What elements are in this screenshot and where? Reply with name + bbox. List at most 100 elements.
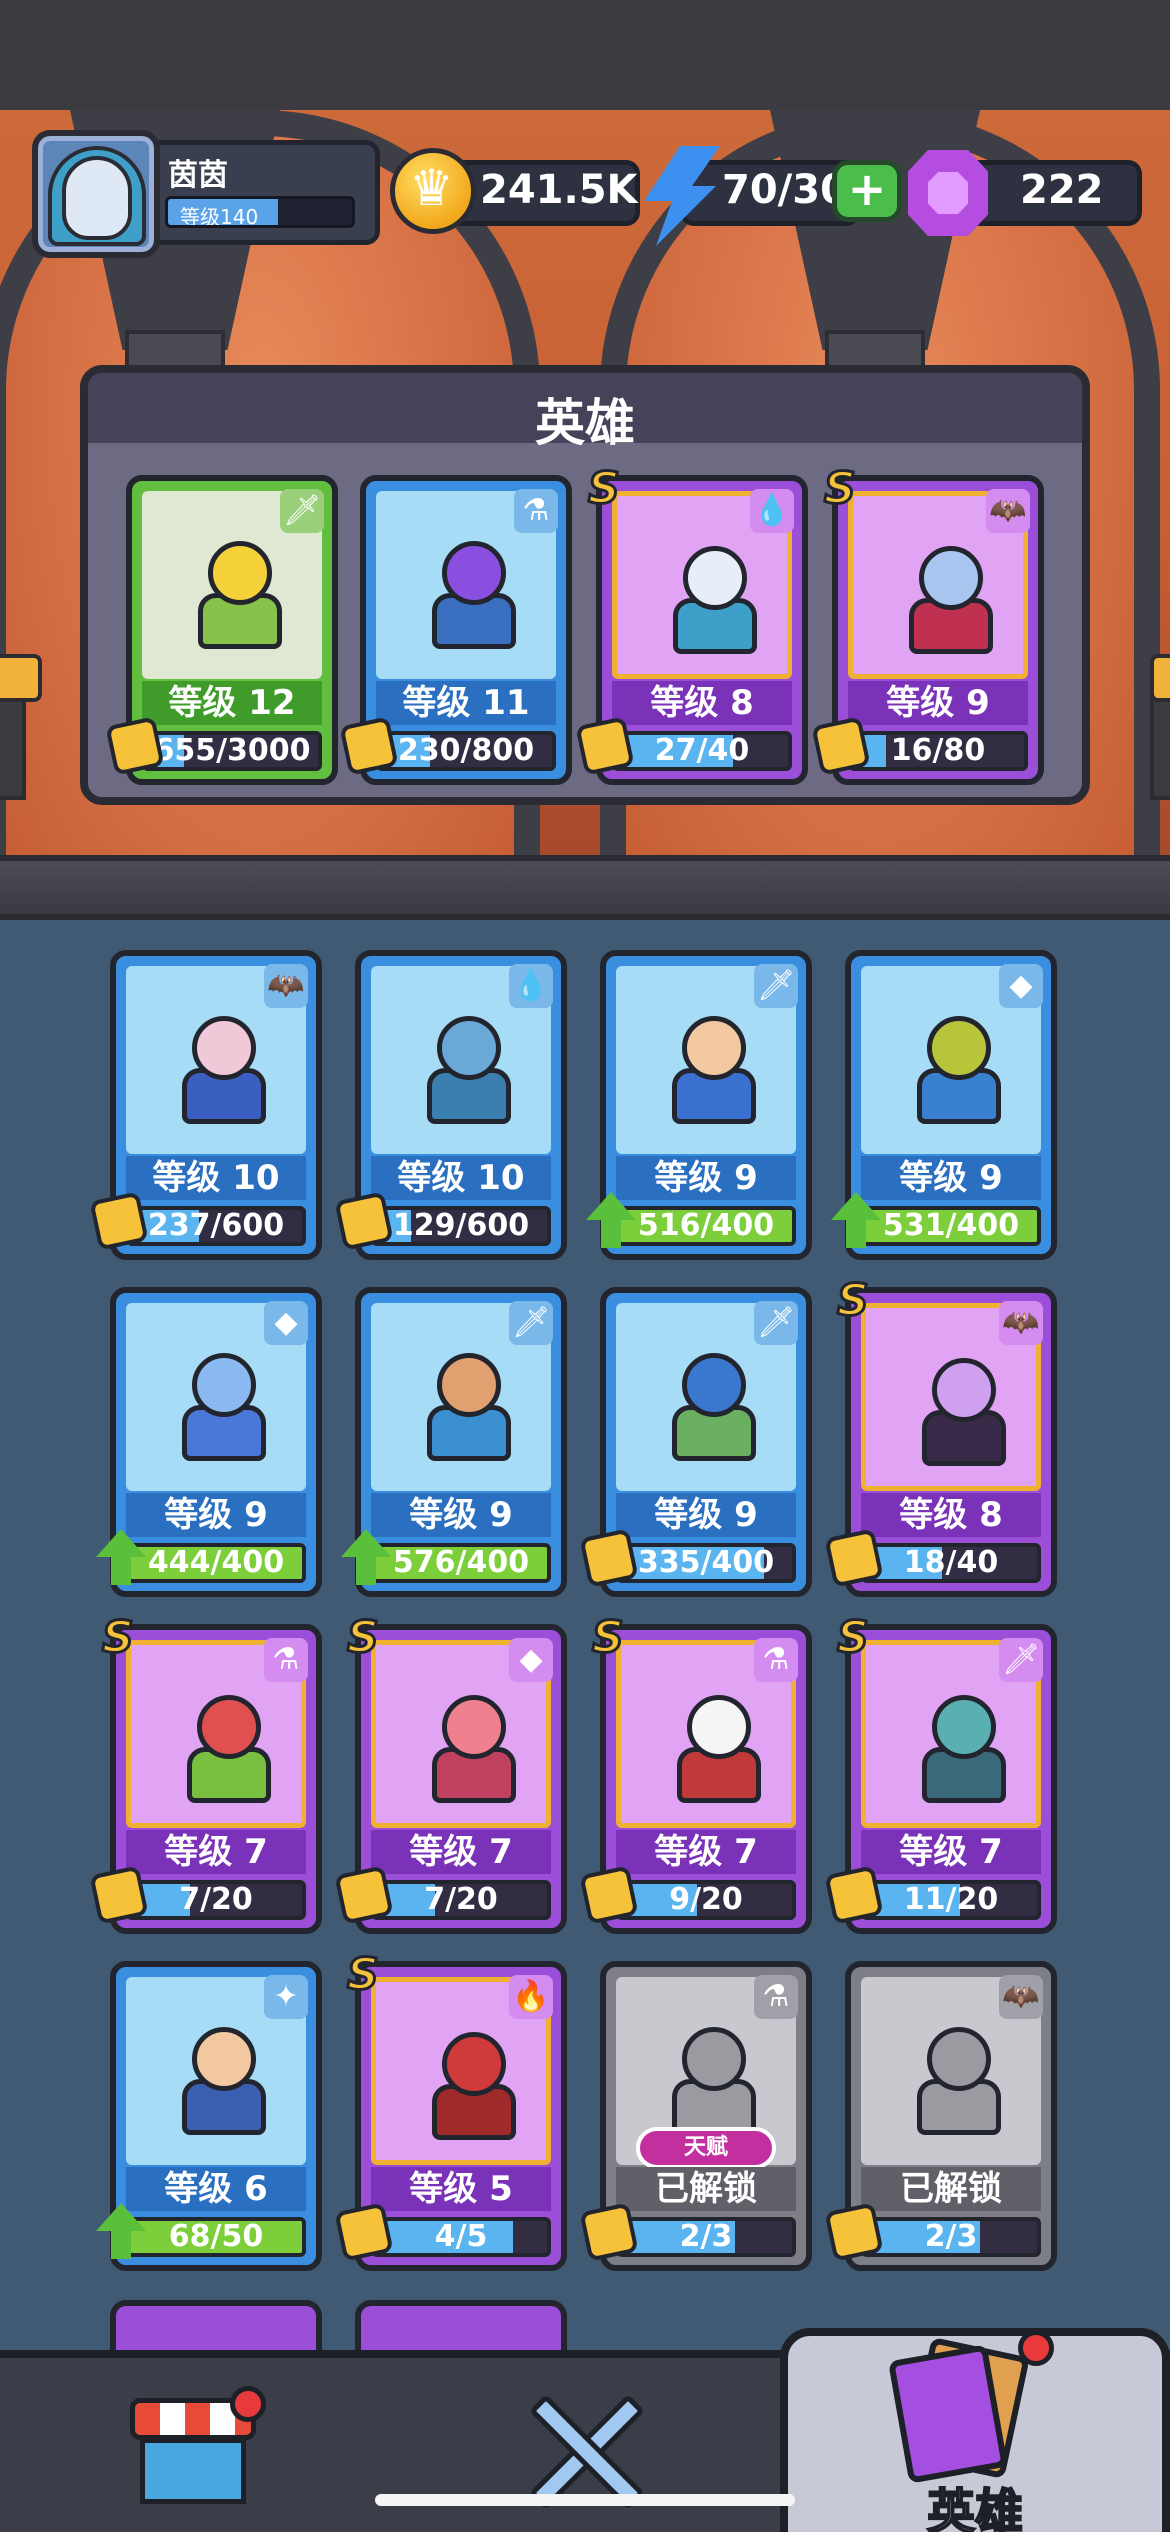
- progress-text: 68/50: [168, 2219, 264, 2254]
- sword-icon: 🗡: [999, 1638, 1043, 1682]
- s-rank-badge: S: [836, 1274, 871, 1328]
- hero-card[interactable]: ⚗ 等级 7 9/20 S: [579, 1611, 812, 1934]
- progress-text: 16/80: [890, 733, 986, 768]
- bat-icon: 🦇: [264, 964, 308, 1008]
- hero-level-label: 等级 10: [126, 1156, 306, 1200]
- water-drop-icon: 💧: [750, 489, 794, 533]
- player-avatar[interactable]: [32, 130, 160, 258]
- purple-gem-icon: [908, 150, 988, 236]
- s-rank-badge: S: [101, 1611, 136, 1665]
- hero-figure: [174, 2017, 274, 2137]
- hero-level-label: 等级 10: [371, 1156, 551, 1200]
- hero-level-label: 等级 6: [126, 2167, 306, 2211]
- hero-shard-progress: 335/400: [616, 1543, 796, 1583]
- hero-card[interactable]: 💧 等级 10 129/600: [334, 950, 567, 1260]
- right-torch: [1150, 654, 1170, 800]
- team-panel-title: 英雄: [535, 394, 635, 452]
- hero-level-label: 等级 5: [371, 2167, 551, 2211]
- hero-card[interactable]: 🦇 等级 10 237/600: [89, 950, 322, 1260]
- hero-head: [919, 546, 983, 610]
- hero-card[interactable]: ⚗ 等级 11 230/800: [339, 475, 572, 785]
- hero-head: [197, 1695, 261, 1759]
- hero-head: [682, 2027, 746, 2091]
- hero-figure: [669, 1685, 769, 1805]
- hero-shard-progress: 576/400: [371, 1543, 551, 1583]
- puzzle-piece-icon: [575, 716, 635, 776]
- hero-card[interactable]: 🔥 等级 5 4/5 S: [334, 1948, 567, 2271]
- sword-icon: 🗡: [280, 489, 324, 533]
- hero-figure: [664, 1006, 764, 1126]
- notification-dot: [230, 2386, 266, 2422]
- s-rank-badge: S: [346, 1611, 381, 1665]
- hero-card[interactable]: ✦ 等级 6 68/50: [96, 1961, 322, 2271]
- progress-text: 4/5: [434, 2219, 488, 2254]
- hero-head: [192, 1353, 256, 1417]
- hero-card[interactable]: ◆ 等级 7 7/20 S: [334, 1611, 567, 1934]
- hero-card[interactable]: ⚗ 等级 7 7/20 S: [89, 1611, 322, 1934]
- add-energy-button[interactable]: +: [832, 160, 902, 222]
- hero-card[interactable]: ◆ 等级 9 444/400: [96, 1287, 322, 1597]
- potion-icon: ⚗: [514, 489, 558, 533]
- hero-shard-progress: 129/600: [371, 1206, 551, 1246]
- left-pillar-base: [125, 330, 225, 370]
- puzzle-piece-icon: [339, 716, 399, 776]
- progress-text: 7/20: [424, 1882, 498, 1917]
- hero-card[interactable]: 🦇 等级 8 18/40 S: [824, 1274, 1057, 1597]
- hero-shard-progress: 11/20: [861, 1880, 1041, 1920]
- hero-figure: [190, 531, 290, 651]
- progress-text: 655/3000: [153, 733, 311, 768]
- hero-level-label: 等级 11: [376, 681, 556, 725]
- home-indicator[interactable]: [375, 2494, 795, 2506]
- hero-card[interactable]: 天赋 ⚗ 已解锁 2/3: [579, 1961, 812, 2271]
- hero-shard-progress: 237/600: [126, 1206, 306, 1246]
- water-drop-icon: 💧: [509, 964, 553, 1008]
- tab-heroes-label: 英雄: [926, 2483, 1024, 2532]
- progress-text: 237/600: [147, 1208, 285, 1243]
- hero-cards-icon: [887, 2336, 1038, 2484]
- hero-figure: [664, 1343, 764, 1463]
- s-rank-badge: S: [836, 1611, 871, 1665]
- tab-heroes[interactable]: 英雄: [780, 2328, 1170, 2532]
- hero-level-label: 等级 9: [616, 1156, 796, 1200]
- hero-level-label: 等级 7: [371, 1830, 551, 1874]
- hero-shard-progress: 27/40: [612, 731, 792, 771]
- progress-text: 7/20: [179, 1882, 253, 1917]
- hero-card[interactable]: 🗡 等级 9 516/400: [586, 950, 812, 1260]
- hero-head: [682, 1016, 746, 1080]
- sword-icon: 🗡: [754, 1301, 798, 1345]
- puzzle-piece-icon: [824, 1865, 884, 1925]
- tab-shop[interactable]: [0, 2358, 390, 2532]
- hero-card[interactable]: ◆ 等级 9 531/400: [831, 950, 1057, 1260]
- hero-figure: [914, 1348, 1014, 1468]
- bat-icon: 🦇: [999, 1301, 1043, 1345]
- hero-figure: [909, 1006, 1009, 1126]
- s-rank-badge: S: [823, 462, 858, 516]
- potion-icon: ⚗: [754, 1638, 798, 1682]
- hero-card[interactable]: 🗡 等级 9 576/400: [341, 1287, 567, 1597]
- hero-head: [437, 1353, 501, 1417]
- hero-card[interactable]: 💧 等级 8 27/40 S: [575, 462, 808, 785]
- progress-text: 230/800: [397, 733, 535, 768]
- puzzle-piece-icon: [89, 1191, 149, 1251]
- hero-figure: [419, 1006, 519, 1126]
- hero-card[interactable]: 🦇 已解锁 2/3: [824, 1961, 1057, 2271]
- hero-card[interactable]: 🗡 等级 7 11/20 S: [824, 1611, 1057, 1934]
- progress-text: 2/3: [679, 2219, 733, 2254]
- progress-text: 9/20: [669, 1882, 743, 1917]
- progress-text: 335/400: [637, 1545, 775, 1580]
- hero-level-label: 等级 7: [126, 1830, 306, 1874]
- hero-card[interactable]: 🗡 等级 12 655/3000: [105, 475, 338, 785]
- hero-head: [683, 546, 747, 610]
- rock-icon: ◆: [999, 964, 1043, 1008]
- hero-shard-progress: 655/3000: [142, 731, 322, 771]
- puzzle-piece-icon: [105, 716, 165, 776]
- bat-icon: 🦇: [999, 1975, 1043, 2019]
- progress-text: 2/3: [924, 2219, 978, 2254]
- hero-card[interactable]: 🦇 等级 9 16/80 S: [811, 462, 1044, 785]
- hero-shard-progress: 4/5: [371, 2217, 551, 2257]
- puzzle-piece-icon: [579, 2202, 639, 2262]
- hero-card[interactable]: 🗡 等级 9 335/400: [579, 1287, 812, 1597]
- hero-figure: [664, 2017, 764, 2137]
- hero-shard-progress: 516/400: [616, 1206, 796, 1246]
- progress-text: 129/600: [392, 1208, 530, 1243]
